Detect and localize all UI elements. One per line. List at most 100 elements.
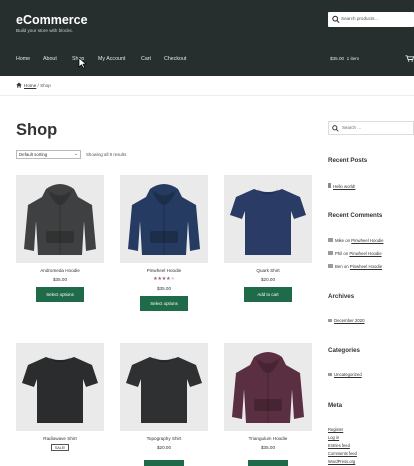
star-rating: ★★★★★ bbox=[120, 276, 208, 282]
product-image[interactable] bbox=[120, 343, 208, 431]
meta-title: Meta bbox=[328, 402, 343, 409]
breadcrumb: Home / Shop bbox=[16, 82, 51, 88]
folder-icon bbox=[328, 373, 332, 376]
product-name[interactable]: Triangulum Hoodie bbox=[224, 436, 312, 441]
comment-author: Mike bbox=[335, 238, 345, 243]
sidebar-search-input[interactable]: Search … bbox=[328, 121, 414, 135]
comment-icon bbox=[328, 264, 333, 268]
recent-comment-item: Ben on Pinwheel Hoodie bbox=[328, 264, 382, 269]
product-price bbox=[39, 460, 81, 466]
product-image[interactable] bbox=[224, 175, 312, 263]
site-title[interactable]: eCommerce bbox=[16, 13, 88, 27]
product-search-input[interactable]: Search products… bbox=[328, 12, 414, 27]
product-image[interactable] bbox=[16, 175, 104, 263]
comment-post-link[interactable]: Pinwheel Hoodie bbox=[349, 251, 381, 256]
category-link[interactable]: Uncategorized bbox=[334, 372, 362, 377]
shirt-image bbox=[230, 189, 306, 255]
product-button[interactable] bbox=[248, 460, 288, 466]
product-name[interactable]: Topography Shirt bbox=[120, 436, 208, 441]
product-name[interactable]: Pinwheel Hoodie bbox=[120, 268, 208, 273]
document-icon bbox=[328, 183, 331, 188]
comment-icon bbox=[328, 251, 333, 255]
hoodie-image bbox=[232, 352, 304, 423]
sorting-value: Default sorting bbox=[19, 152, 48, 157]
product-price: $20.00 bbox=[156, 445, 172, 450]
meta-link-login[interactable]: Log in bbox=[328, 435, 339, 440]
product-card: Radiowave Shirt SALE! bbox=[16, 343, 104, 451]
folder-icon bbox=[328, 319, 332, 322]
hoodie-image bbox=[24, 184, 96, 255]
cart-summary[interactable]: $35.00 1 item bbox=[330, 56, 359, 61]
sorting-select[interactable]: Default sorting ⌄ bbox=[16, 150, 81, 159]
shirt-image bbox=[22, 357, 98, 423]
mouse-cursor-icon bbox=[78, 57, 87, 69]
cart-icon[interactable] bbox=[405, 55, 414, 62]
breadcrumb-separator: / bbox=[37, 83, 39, 88]
add-to-cart-button[interactable]: Add to cart bbox=[244, 287, 292, 302]
select-options-button[interactable]: Select options bbox=[140, 296, 188, 312]
product-price: $35.00 bbox=[156, 286, 172, 292]
archives-title: Archives bbox=[328, 293, 355, 300]
shirt-image bbox=[126, 357, 202, 423]
breadcrumb-home-link[interactable]: Home bbox=[24, 83, 36, 88]
comment-post-link[interactable]: Pinwheel Hoodie bbox=[351, 238, 383, 243]
breadcrumb-current: Shop bbox=[40, 83, 51, 88]
cart-count: 1 item bbox=[346, 56, 360, 61]
recent-post-item: Hello world! bbox=[328, 183, 355, 189]
home-icon bbox=[16, 82, 22, 88]
page-title: Shop bbox=[16, 121, 58, 139]
product-card: Topography Shirt $20.00 bbox=[120, 343, 208, 450]
product-image[interactable] bbox=[224, 343, 312, 431]
product-name[interactable]: Andromeda Hoodie bbox=[16, 268, 104, 273]
comment-on: on bbox=[343, 251, 349, 256]
star-icon: ★★★★ bbox=[153, 276, 171, 282]
star-empty-icon: ★ bbox=[170, 276, 176, 282]
category-item: Uncategorized bbox=[328, 372, 362, 377]
sale-badge: SALE! bbox=[51, 444, 69, 451]
comment-icon bbox=[328, 238, 333, 242]
recent-post-link[interactable]: Hello world! bbox=[333, 184, 355, 189]
archive-link[interactable]: December 2020 bbox=[334, 318, 365, 323]
recent-comment-item: Mike on Pinwheel Hoodie bbox=[328, 238, 384, 243]
product-image[interactable] bbox=[120, 175, 208, 263]
meta-link-register[interactable]: Register bbox=[328, 427, 343, 432]
meta-link-wordpress[interactable]: WordPress.org bbox=[328, 459, 355, 464]
product-price: $20.00 bbox=[260, 277, 276, 282]
product-card: Pinwheel Hoodie ★★★★★ $35.00 Select opti… bbox=[120, 175, 208, 312]
archive-item: December 2020 bbox=[328, 318, 365, 323]
nav-item-checkout[interactable]: Checkout bbox=[164, 56, 186, 62]
nav-item-about[interactable]: About bbox=[43, 56, 57, 62]
meta-link-entries-feed[interactable]: Entries feed bbox=[328, 443, 350, 448]
product-price: $35.00 bbox=[52, 277, 68, 282]
categories-title: Categories bbox=[328, 347, 360, 354]
site-header: eCommerce Build your store with blocks. … bbox=[0, 0, 414, 76]
search-icon bbox=[332, 15, 340, 24]
product-name[interactable]: Radiowave Shirt bbox=[16, 436, 104, 441]
recent-posts-title: Recent Posts bbox=[328, 157, 368, 164]
chevron-down-icon: ⌄ bbox=[74, 151, 78, 156]
product-card: Quark Shirt $20.00 Add to cart bbox=[224, 175, 312, 302]
nav-item-home[interactable]: Home bbox=[16, 56, 30, 62]
product-card: Andromeda Hoodie $35.00 Select options bbox=[16, 175, 104, 302]
site-tagline: Build your store with blocks. bbox=[16, 28, 73, 33]
meta-link-comments-feed[interactable]: Comments feed bbox=[328, 451, 357, 456]
select-options-button[interactable]: Select options bbox=[36, 287, 84, 302]
comment-on: on bbox=[343, 264, 349, 269]
product-name[interactable]: Quark Shirt bbox=[224, 268, 312, 273]
search-placeholder: Search … bbox=[342, 125, 362, 130]
nav-item-cart[interactable]: Cart bbox=[141, 56, 151, 62]
search-placeholder: Search products… bbox=[341, 16, 380, 21]
hoodie-image bbox=[128, 184, 200, 255]
product-image[interactable] bbox=[16, 343, 104, 431]
product-card: Triangulum Hoodie $35.00 bbox=[224, 343, 312, 450]
comment-author: Ben bbox=[335, 264, 343, 269]
recent-comments-title: Recent Comments bbox=[328, 212, 383, 219]
nav-item-my-account[interactable]: My Account bbox=[98, 56, 125, 62]
comment-post-link[interactable]: Pinwheel Hoodie bbox=[350, 264, 382, 269]
comment-on: on bbox=[345, 238, 351, 243]
product-button[interactable] bbox=[144, 460, 184, 466]
cart-total: $35.00 bbox=[330, 56, 345, 61]
recent-comment-item: Phil on Pinwheel Hoodie bbox=[328, 251, 382, 256]
product-price: $35.00 bbox=[260, 445, 276, 450]
comment-author: Phil bbox=[335, 251, 343, 256]
